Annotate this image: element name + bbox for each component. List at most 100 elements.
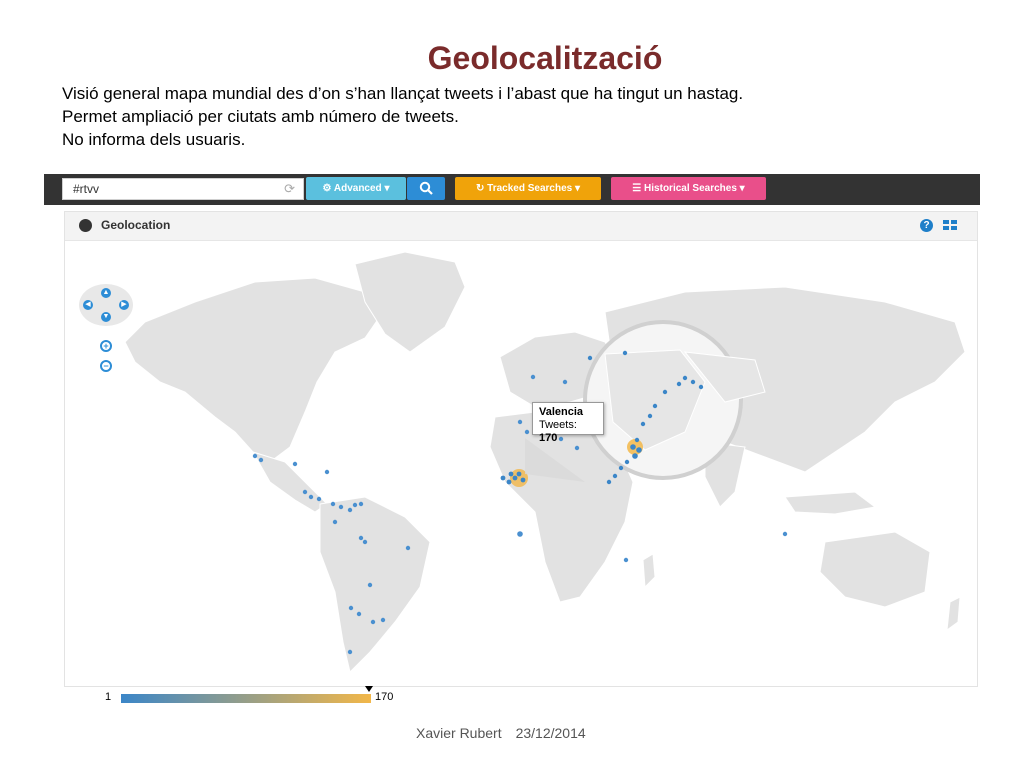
panel-header: Geolocation ? — [65, 212, 977, 241]
tweet-point — [524, 429, 530, 435]
footer-date: 23/12/2014 — [515, 725, 586, 741]
tweet-point — [352, 502, 358, 508]
tweet-point — [330, 501, 336, 507]
tweet-point — [574, 445, 580, 451]
tweet-point — [405, 545, 411, 551]
search-icon — [419, 181, 433, 195]
new-zealand-landmass — [946, 596, 961, 632]
tweet-point — [367, 582, 373, 588]
tooltip-count-label: Tweets: — [539, 419, 577, 431]
australia-landmass — [819, 531, 931, 608]
tweet-point — [624, 459, 630, 465]
tweet-point — [252, 453, 258, 459]
legend-min-label: 1 — [105, 691, 112, 703]
map-pan-control: ▲ ◀ ▶ ▼ — [79, 284, 133, 326]
tweet-point — [632, 453, 638, 459]
legend-color-bar — [121, 694, 371, 703]
tweet-point — [338, 504, 344, 510]
tweet-point — [500, 475, 506, 481]
north-america-landmass — [124, 277, 384, 463]
caret-down-icon: ▾ — [736, 183, 745, 194]
tweet-point — [370, 619, 376, 625]
tweet-point — [640, 421, 646, 427]
zoom-out-icon[interactable]: − — [100, 360, 112, 372]
tooltip-count-row: Tweets: 170 — [539, 419, 597, 445]
tweet-point — [316, 496, 322, 502]
central-america-landmass — [251, 451, 328, 513]
historical-label: Historical Searches — [644, 183, 737, 194]
tweet-point — [698, 384, 704, 390]
tweet-point — [612, 473, 618, 479]
refresh-icon[interactable]: ⟳ — [284, 179, 295, 199]
city-tooltip: Valencia Tweets: 170 — [532, 402, 604, 444]
tooltip-city: Valencia — [539, 406, 584, 418]
tweet-point — [512, 475, 518, 481]
globe-icon — [79, 219, 92, 232]
historical-searches-button[interactable]: ☰ Historical Searches ▾ — [611, 177, 766, 200]
madagascar-landmass — [642, 553, 656, 589]
tweet-point — [630, 444, 636, 450]
tweet-point — [362, 539, 368, 545]
bullet-line: Permet ampliació per ciutats amb número … — [62, 107, 459, 126]
advanced-label: Advanced — [333, 183, 382, 194]
app-screenshot: #rtvv ⟳ ⚙ Advanced ▾ ↻ Tracked Searches … — [44, 174, 980, 703]
tweet-point — [308, 494, 314, 500]
bullet-line: No informa dels usuaris. — [62, 130, 246, 149]
tweet-point — [782, 531, 788, 537]
tweet-point — [622, 350, 628, 356]
tweet-point — [682, 375, 688, 381]
tweet-point — [636, 447, 642, 453]
tweet-point — [562, 379, 568, 385]
tweet-point — [506, 479, 512, 485]
tweet-point — [634, 437, 640, 443]
grid-view-icon[interactable] — [943, 220, 957, 231]
caret-down-icon: ▾ — [381, 183, 390, 194]
tweet-point — [302, 489, 308, 495]
tweet-point — [348, 605, 354, 611]
bullet-line: Visió general mapa mundial des d’on s’ha… — [62, 84, 744, 103]
pan-left-icon[interactable]: ◀ — [83, 300, 93, 310]
advanced-button[interactable]: ⚙ Advanced ▾ — [306, 177, 406, 200]
search-input[interactable]: #rtvv ⟳ — [62, 178, 304, 200]
tweet-point — [358, 535, 364, 541]
pan-right-icon[interactable]: ▶ — [119, 300, 129, 310]
search-value: #rtvv — [73, 182, 100, 196]
caret-down-icon: ▾ — [572, 183, 581, 194]
world-map-canvas — [124, 251, 966, 673]
gear-icon: ⚙ — [322, 183, 334, 194]
history-icon: ↻ — [475, 183, 488, 194]
search-button[interactable] — [407, 177, 445, 200]
tweet-point — [347, 507, 353, 513]
tweet-point — [258, 457, 264, 463]
legend-max-label: 170 — [375, 691, 394, 703]
tooltip-count: 170 — [539, 432, 558, 444]
tweet-point — [292, 461, 298, 467]
help-icon[interactable]: ? — [920, 219, 933, 232]
top-toolbar: #rtvv ⟳ ⚙ Advanced ▾ ↻ Tracked Searches … — [44, 174, 980, 205]
tweet-point — [517, 531, 523, 537]
tweet-point — [530, 374, 536, 380]
footer-author: Xavier Rubert — [416, 725, 502, 741]
tweet-point — [347, 649, 353, 655]
tweet-point — [618, 465, 624, 471]
tracked-searches-button[interactable]: ↻ Tracked Searches ▾ — [455, 177, 601, 200]
tweet-point — [516, 471, 522, 477]
panel-title: Geolocation — [101, 218, 171, 232]
tweet-point — [647, 413, 653, 419]
zoom-in-icon[interactable]: + — [100, 340, 112, 352]
tweet-point — [676, 381, 682, 387]
tweet-point — [662, 389, 668, 395]
world-map[interactable]: ▲ ◀ ▶ ▼ + − Valencia Tweets: 170 1 170 — [65, 242, 977, 703]
indonesia-landmass — [784, 491, 877, 515]
slide-bullets: Visió general mapa mundial des d’on s’ha… — [62, 82, 743, 151]
slide-footer: Xavier Rubert 23/12/2014 — [416, 725, 600, 741]
tweet-point — [324, 469, 330, 475]
tweet-point — [652, 403, 658, 409]
tweet-point — [520, 477, 526, 483]
database-icon: ☰ — [632, 183, 645, 194]
tweet-point — [517, 419, 523, 425]
pan-down-icon[interactable]: ▼ — [101, 312, 111, 322]
pan-up-icon[interactable]: ▲ — [101, 288, 111, 298]
greenland-landmass — [354, 251, 466, 353]
legend-marker-icon — [365, 686, 373, 692]
